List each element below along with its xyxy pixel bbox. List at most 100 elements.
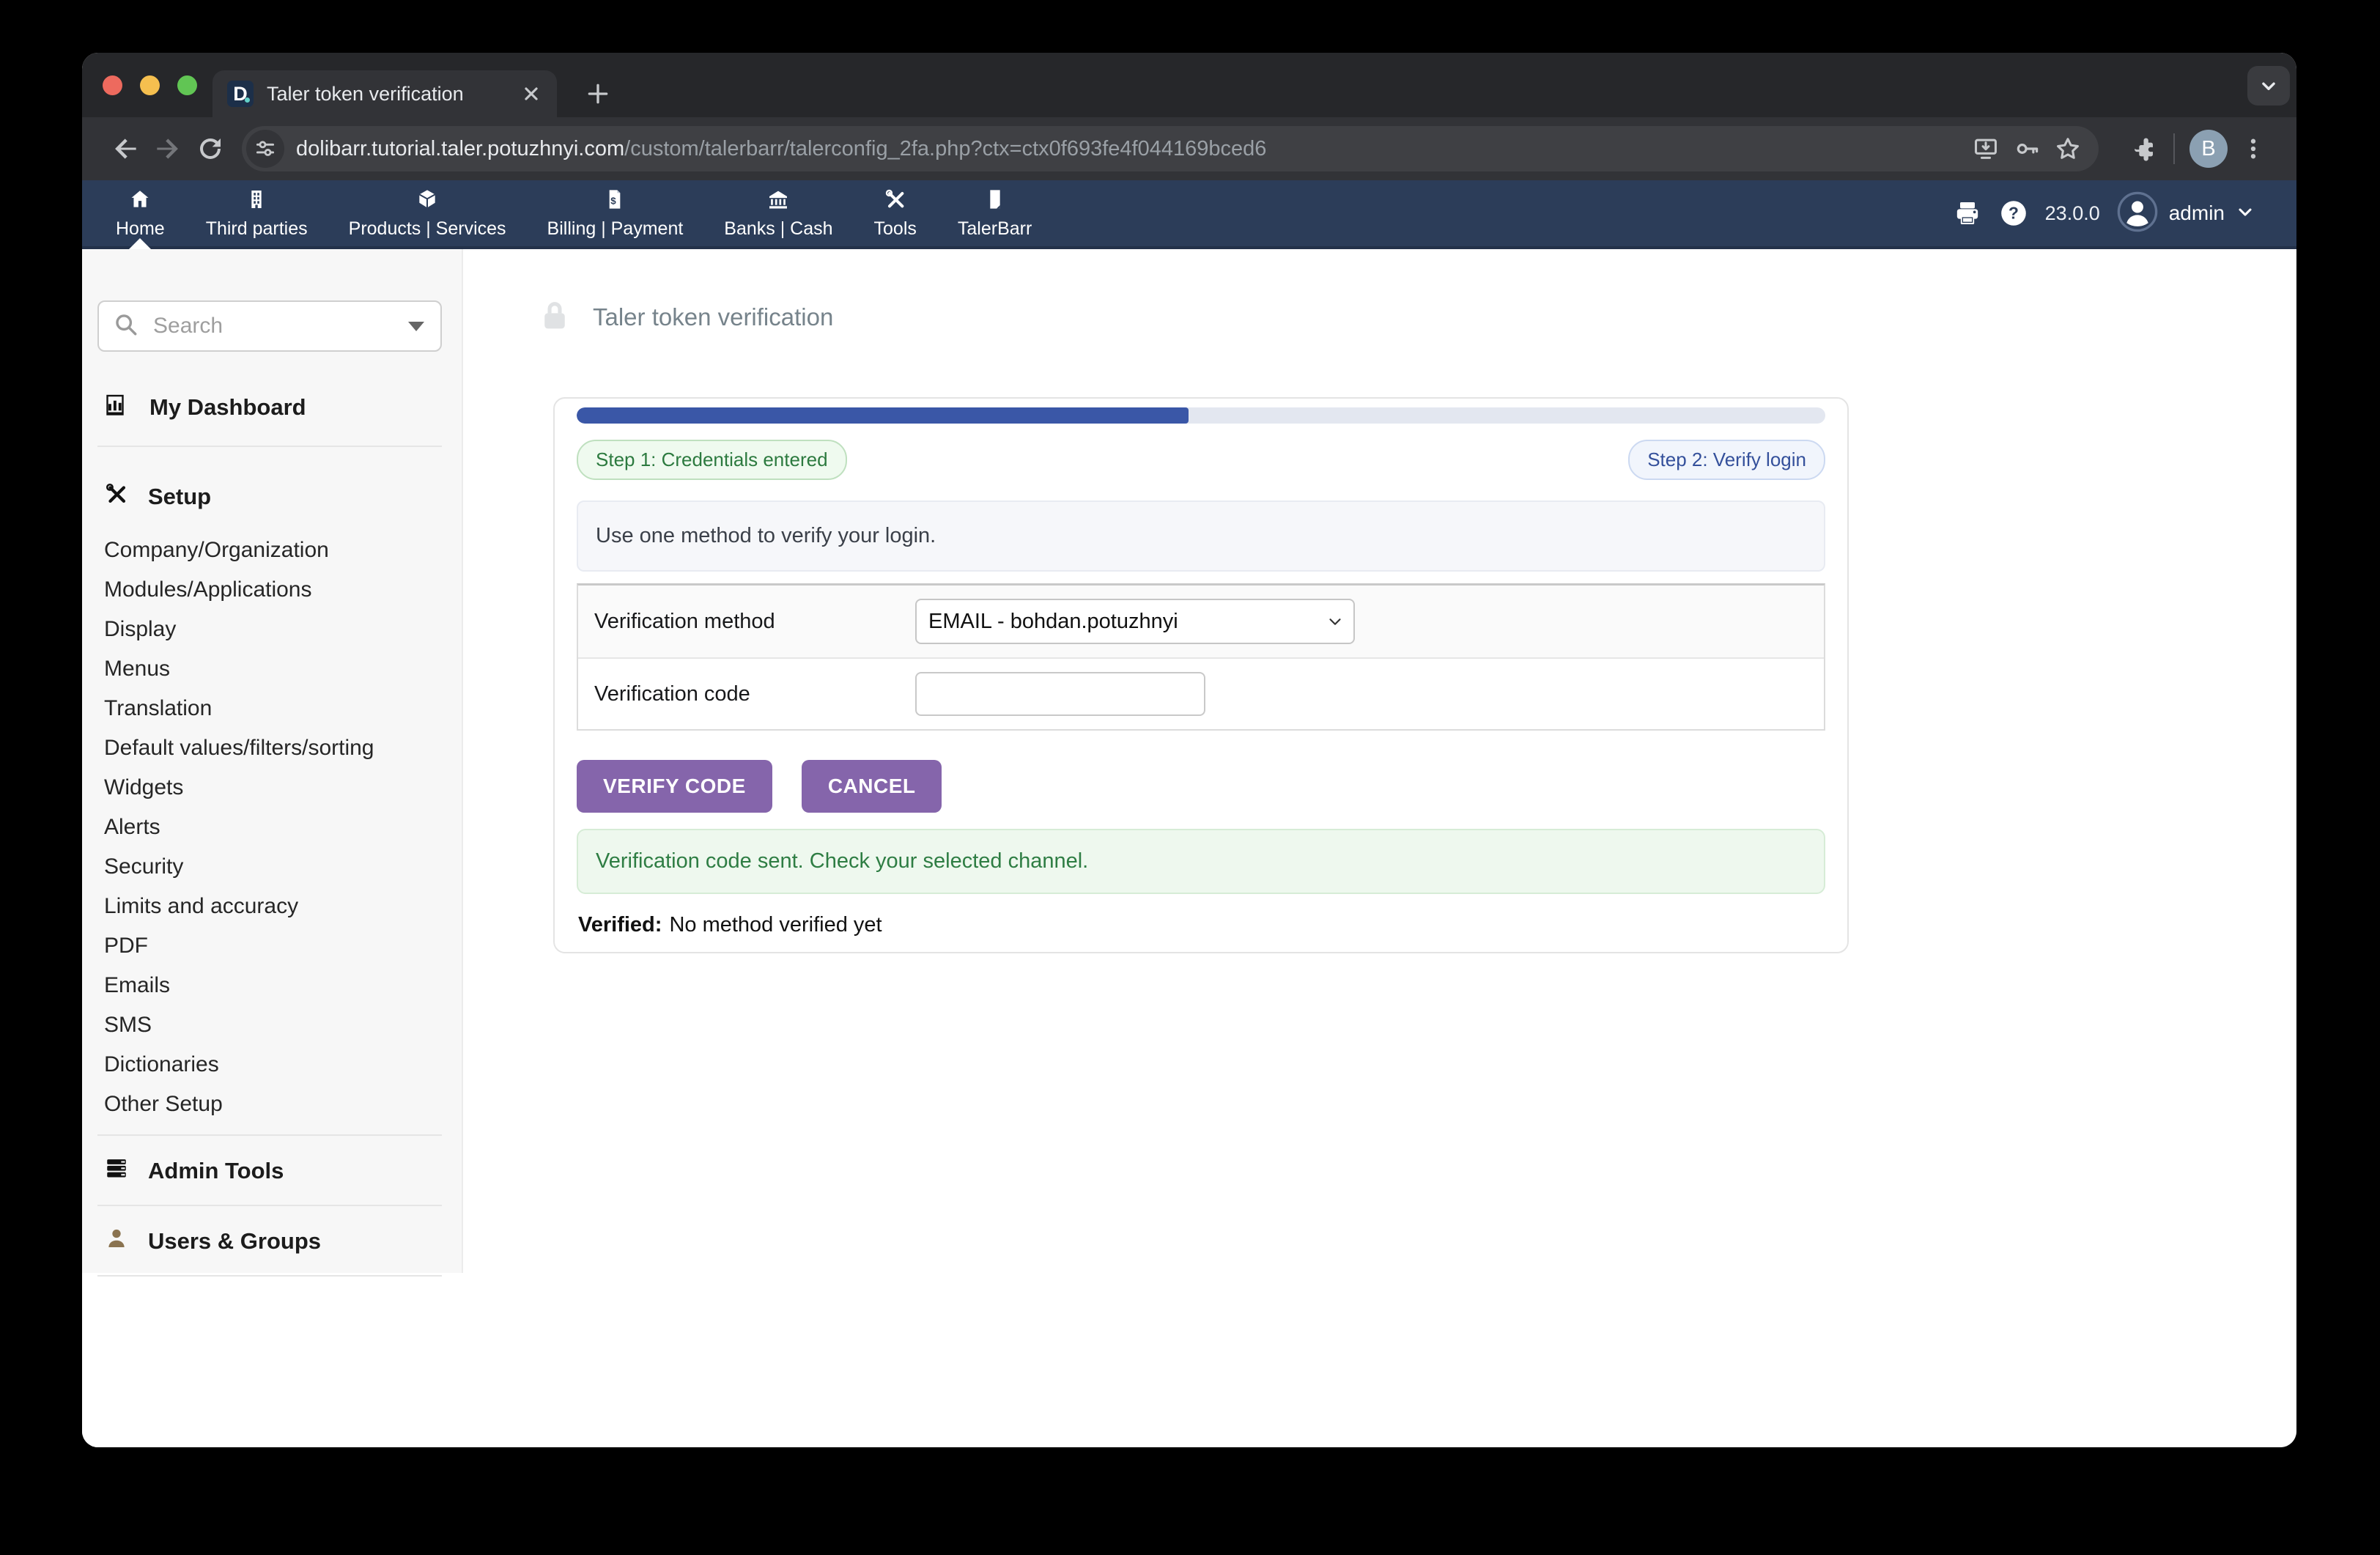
toolbar-separator — [2173, 133, 2175, 164]
menu-label: TalerBarr — [958, 218, 1032, 240]
new-tab-icon[interactable] — [577, 73, 618, 114]
sidebar-item-dashboard[interactable]: My Dashboard — [82, 385, 462, 429]
sidebar-item-widgets[interactable]: Widgets — [82, 768, 462, 808]
forward-icon[interactable] — [147, 128, 189, 170]
sidebar-item-menus[interactable]: Menus — [82, 649, 462, 689]
sidebar-divider — [97, 1205, 442, 1206]
search-dropdown-caret[interactable] — [408, 322, 424, 331]
menu-right: ? 23.0.0 admin — [1953, 180, 2296, 246]
sidebar-item-sms[interactable]: SMS — [82, 1005, 462, 1045]
page-title: Taler token verification — [593, 303, 833, 331]
menu-item-tools[interactable]: Tools — [874, 180, 917, 246]
install-icon[interactable] — [1965, 128, 2006, 169]
star-icon[interactable] — [2047, 128, 2088, 169]
verification-code-input[interactable] — [915, 672, 1205, 716]
user-avatar-icon — [2116, 191, 2159, 237]
banks-icon — [766, 188, 790, 215]
menu-item-talerbarr[interactable]: TalerBarr — [958, 180, 1032, 246]
menu-label: Third parties — [206, 218, 308, 240]
site-info-icon[interactable] — [246, 130, 284, 168]
button-row: VERIFY CODE CANCEL — [577, 760, 1825, 813]
sidebar-item-emails[interactable]: Emails — [82, 966, 462, 1005]
browser-window: D Taler token verification — [82, 53, 2296, 1447]
close-window-button[interactable] — [103, 75, 122, 95]
sidebar-item-setup[interactable]: Setup — [82, 475, 462, 519]
favicon-d: D — [227, 81, 254, 107]
profile-avatar[interactable]: B — [2189, 130, 2228, 168]
verified-label: Verified: — [578, 913, 662, 937]
traffic-lights — [103, 75, 197, 95]
user-menu[interactable]: admin — [2116, 191, 2255, 237]
tab-title: Taler token verification — [267, 83, 506, 106]
cancel-button[interactable]: CANCEL — [802, 760, 942, 813]
progress-bar — [577, 407, 1825, 424]
menu-item-home[interactable]: Home — [116, 180, 165, 246]
menu-item-banks[interactable]: Banks | Cash — [724, 180, 832, 246]
printer-icon[interactable] — [1953, 199, 1982, 228]
setup-list: Company/Organization Modules/Application… — [82, 531, 462, 1124]
billing-icon: $ — [603, 188, 627, 215]
table-row: Verification method EMAIL - bohdan.potuz… — [578, 586, 1824, 659]
menu-item-products[interactable]: Products | Services — [349, 180, 506, 246]
url-bar[interactable]: dolibarr.tutorial.taler.potuzhnyi.com/cu… — [242, 126, 2099, 171]
thirdparties-icon — [245, 188, 268, 215]
menu-item-thirdparties[interactable]: Third parties — [206, 180, 308, 246]
verify-code-button[interactable]: VERIFY CODE — [577, 760, 772, 813]
username: admin — [2169, 202, 2225, 225]
svg-text:?: ? — [2008, 204, 2019, 223]
search-box[interactable] — [97, 300, 442, 352]
sidebar-item-limits[interactable]: Limits and accuracy — [82, 887, 462, 926]
kebab-menu-icon[interactable] — [2232, 128, 2274, 170]
sidebar-panel: My Dashboard Setup Company/Organization … — [82, 249, 463, 1273]
search-input[interactable] — [152, 313, 395, 339]
browser-tab[interactable]: D Taler token verification — [212, 70, 557, 117]
products-icon — [415, 188, 439, 215]
menu-label: Banks | Cash — [724, 218, 832, 240]
svg-text:$: $ — [611, 195, 617, 206]
tab-search-chevron-icon[interactable] — [2247, 66, 2290, 106]
sidebar: My Dashboard Setup Company/Organization … — [82, 249, 463, 1447]
minimize-window-button[interactable] — [140, 75, 160, 95]
sidebar-item-usersgroups[interactable]: Users & Groups — [82, 1219, 462, 1263]
search-icon — [114, 312, 138, 341]
sidebar-divider — [97, 1134, 442, 1136]
close-tab-icon[interactable] — [519, 81, 544, 106]
sidebar-item-alerts[interactable]: Alerts — [82, 808, 462, 847]
sidebar-item-admintools[interactable]: Admin Tools — [82, 1149, 462, 1193]
chevron-down-icon — [2235, 202, 2255, 226]
sidebar-label: Users & Groups — [148, 1228, 321, 1255]
sidebar-label: Admin Tools — [148, 1158, 284, 1184]
step1-badge: Step 1: Credentials entered — [577, 440, 847, 480]
method-label: Verification method — [594, 610, 915, 634]
verification-card: Step 1: Credentials entered Step 2: Veri… — [553, 397, 1849, 953]
menu-item-billing[interactable]: $ Billing | Payment — [547, 180, 684, 246]
reload-icon[interactable] — [189, 128, 232, 170]
home-icon — [128, 188, 152, 215]
sidebar-item-translation[interactable]: Translation — [82, 689, 462, 728]
lock-icon — [539, 298, 571, 337]
sidebar-item-defaults[interactable]: Default values/filters/sorting — [82, 728, 462, 768]
tools-icon — [884, 188, 907, 215]
verification-method-select[interactable]: EMAIL - bohdan.potuzhnyi — [915, 599, 1355, 644]
sidebar-item-othersetup[interactable]: Other Setup — [82, 1085, 462, 1124]
sidebar-item-display[interactable]: Display — [82, 610, 462, 649]
menu-left: Home Third parties Products | Services $… — [82, 180, 1032, 246]
server-icon — [104, 1156, 129, 1186]
sidebar-divider — [97, 446, 442, 447]
help-icon[interactable]: ? — [1998, 198, 2029, 229]
sidebar-item-pdf[interactable]: PDF — [82, 926, 462, 966]
person-icon — [104, 1226, 129, 1257]
menu-label: Products | Services — [349, 218, 506, 240]
url-text: dolibarr.tutorial.taler.potuzhnyi.com/cu… — [296, 137, 1965, 161]
zoom-window-button[interactable] — [177, 75, 197, 95]
sidebar-item-security[interactable]: Security — [82, 847, 462, 887]
extensions-icon[interactable] — [2121, 128, 2163, 170]
code-label: Verification code — [594, 682, 915, 706]
back-icon[interactable] — [104, 128, 147, 170]
verified-value: No method verified yet — [669, 913, 882, 937]
sidebar-item-dictionaries[interactable]: Dictionaries — [82, 1045, 462, 1085]
key-icon[interactable] — [2006, 128, 2047, 169]
talerbarr-icon — [983, 188, 1007, 215]
sidebar-item-company[interactable]: Company/Organization — [82, 531, 462, 570]
sidebar-item-modules[interactable]: Modules/Applications — [82, 570, 462, 610]
